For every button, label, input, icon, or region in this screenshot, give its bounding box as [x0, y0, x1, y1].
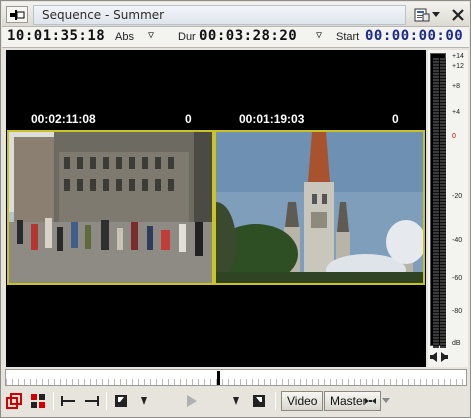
scrub-timeline[interactable]	[5, 369, 467, 386]
meter-label-m40: -40	[452, 237, 463, 244]
go-to-end-icon	[85, 396, 99, 406]
mark-in-button[interactable]	[111, 391, 131, 411]
safe-area-button[interactable]	[4, 391, 24, 411]
preview-monitor: 00:02:11:08 0 00:01:19:03 0	[6, 50, 426, 367]
bottom-toolbar: Video Master	[2, 388, 469, 415]
meter-label-m20: -20	[452, 193, 463, 200]
meter-label-zero: 0	[452, 133, 456, 140]
start-timecode[interactable]: 00:00:00:00	[365, 28, 463, 44]
toolbar-separator	[106, 392, 107, 410]
meter-label-p4: +4	[452, 109, 460, 116]
left-video-frame	[7, 130, 214, 285]
pin-icon	[10, 9, 25, 20]
mark-in-icon	[115, 395, 127, 407]
window-title: Sequence - Summer	[33, 5, 406, 25]
go-to-start-icon	[61, 396, 75, 406]
left-value: 0	[185, 112, 192, 126]
speaker-right-icon[interactable]	[439, 351, 449, 363]
meter-label-p12: +12	[452, 63, 464, 70]
meter-bar	[430, 53, 446, 348]
meter-label-p8: +8	[452, 83, 460, 90]
master-label: Master	[330, 394, 367, 408]
current-timecode[interactable]: 10:01:35:18	[7, 28, 105, 44]
meter-label-m80: -80	[452, 308, 463, 315]
chevron-down-icon	[382, 398, 390, 403]
window-menu-button[interactable]	[414, 6, 442, 23]
timecode-bar: 10:01:35:18 Abs ▽ Dur 00:03:28:20 ▽ Star…	[2, 27, 469, 48]
meter-channel-right	[440, 58, 446, 348]
speaker-left-icon[interactable]	[429, 351, 439, 363]
close-icon	[452, 9, 464, 21]
sequence-window: Sequence - Summer 10:01:35:18 Abs ▽ Dur …	[0, 0, 471, 418]
mark-in-point-button[interactable]	[134, 391, 154, 411]
pin-button[interactable]	[6, 6, 28, 23]
meter-label-db: dB	[452, 340, 461, 347]
toolbar-separator	[53, 392, 54, 410]
right-value: 0	[392, 112, 399, 126]
video-button[interactable]: Video	[281, 391, 324, 411]
play-icon	[187, 395, 197, 407]
scrub-ticks	[6, 379, 466, 385]
duration-timecode[interactable]: 00:03:28:20	[199, 28, 297, 44]
tower-scene-image	[216, 132, 423, 283]
audio-meter: +14 +12 +8 +4 0 -20 -40 -60 -80 dB	[428, 50, 468, 367]
duration-dropdown-icon[interactable]: ▽	[316, 30, 322, 41]
play-button[interactable]	[182, 391, 202, 411]
start-label: Start	[336, 31, 360, 43]
safe-area-icon	[6, 393, 22, 409]
properties-icon	[414, 8, 430, 21]
meter-channel-left	[433, 58, 439, 348]
mark-out-point-button[interactable]	[226, 391, 246, 411]
mark-out-button[interactable]	[249, 391, 269, 411]
right-video-frame	[214, 130, 425, 285]
left-timecode: 00:02:11:08	[31, 112, 96, 126]
mark-point-out-icon	[233, 397, 239, 405]
mark-out-icon	[253, 395, 265, 407]
master-dropdown-button[interactable]	[380, 391, 392, 411]
grid-icon	[31, 394, 45, 408]
square-scene-image	[9, 132, 212, 283]
meter-label-p14: +14	[452, 53, 464, 60]
grid-button[interactable]	[28, 391, 48, 411]
right-timecode: 00:01:19:03	[239, 112, 305, 126]
master-mix-icon	[365, 398, 376, 404]
master-button[interactable]: Master	[324, 391, 381, 411]
meter-label-m60: -60	[452, 275, 463, 282]
title-bar: Sequence - Summer	[2, 2, 469, 27]
close-button[interactable]	[448, 5, 468, 25]
mode-label: Abs	[115, 31, 134, 43]
mode-dropdown-icon[interactable]: ▽	[148, 30, 154, 41]
toolbar-separator	[275, 392, 276, 410]
duration-label: Dur	[178, 31, 196, 43]
chevron-down-icon	[432, 11, 440, 17]
playhead[interactable]	[217, 371, 220, 385]
mark-point-in-icon	[141, 397, 147, 405]
go-to-end-button[interactable]	[82, 391, 102, 411]
go-to-start-button[interactable]	[58, 391, 78, 411]
